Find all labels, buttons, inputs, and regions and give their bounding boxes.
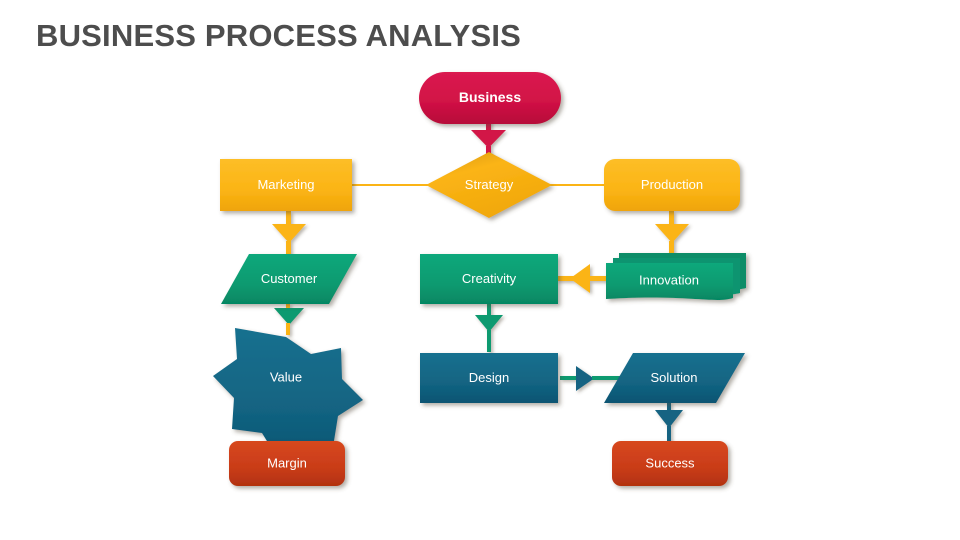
node-strategy[interactable]: Strategy (426, 152, 552, 218)
node-business-label: Business (459, 89, 521, 105)
node-production[interactable]: Production (604, 159, 740, 211)
node-marketing[interactable]: Marketing (220, 159, 352, 211)
business-process-flowchart: Business Marketing Strategy Production C… (213, 72, 746, 486)
node-business[interactable]: Business (419, 72, 561, 124)
node-value[interactable]: Value (213, 328, 363, 459)
node-success[interactable]: Success (612, 441, 728, 486)
node-creativity-label: Creativity (462, 271, 517, 286)
node-strategy-label: Strategy (465, 177, 514, 192)
node-production-label: Production (641, 177, 703, 192)
node-solution-label: Solution (651, 370, 698, 385)
node-customer-label: Customer (261, 271, 318, 286)
connector-marketing-to-customer (272, 211, 306, 257)
node-innovation-label: Innovation (639, 272, 699, 287)
node-solution[interactable]: Solution (604, 353, 745, 403)
connector-production-to-innovation (655, 211, 689, 257)
node-marketing-label: Marketing (257, 177, 314, 192)
node-success-label: Success (645, 455, 695, 470)
node-creativity[interactable]: Creativity (420, 254, 558, 304)
node-innovation[interactable]: Innovation (606, 253, 746, 300)
node-design[interactable]: Design (420, 353, 558, 403)
slide-canvas: BUSINESS PROCESS ANALYSIS Business Marke… (0, 0, 960, 540)
node-design-label: Design (469, 370, 509, 385)
connector-design-to-solution (560, 366, 620, 391)
node-margin-label: Margin (267, 455, 307, 470)
connector-customer-to-value (274, 303, 304, 335)
node-margin[interactable]: Margin (229, 441, 345, 486)
node-customer[interactable]: Customer (221, 254, 357, 304)
connector-innovation-to-creativity (556, 264, 610, 293)
node-value-label: Value (270, 369, 302, 384)
connector-creativity-to-design (475, 303, 503, 352)
connector-solution-to-success (655, 402, 683, 442)
